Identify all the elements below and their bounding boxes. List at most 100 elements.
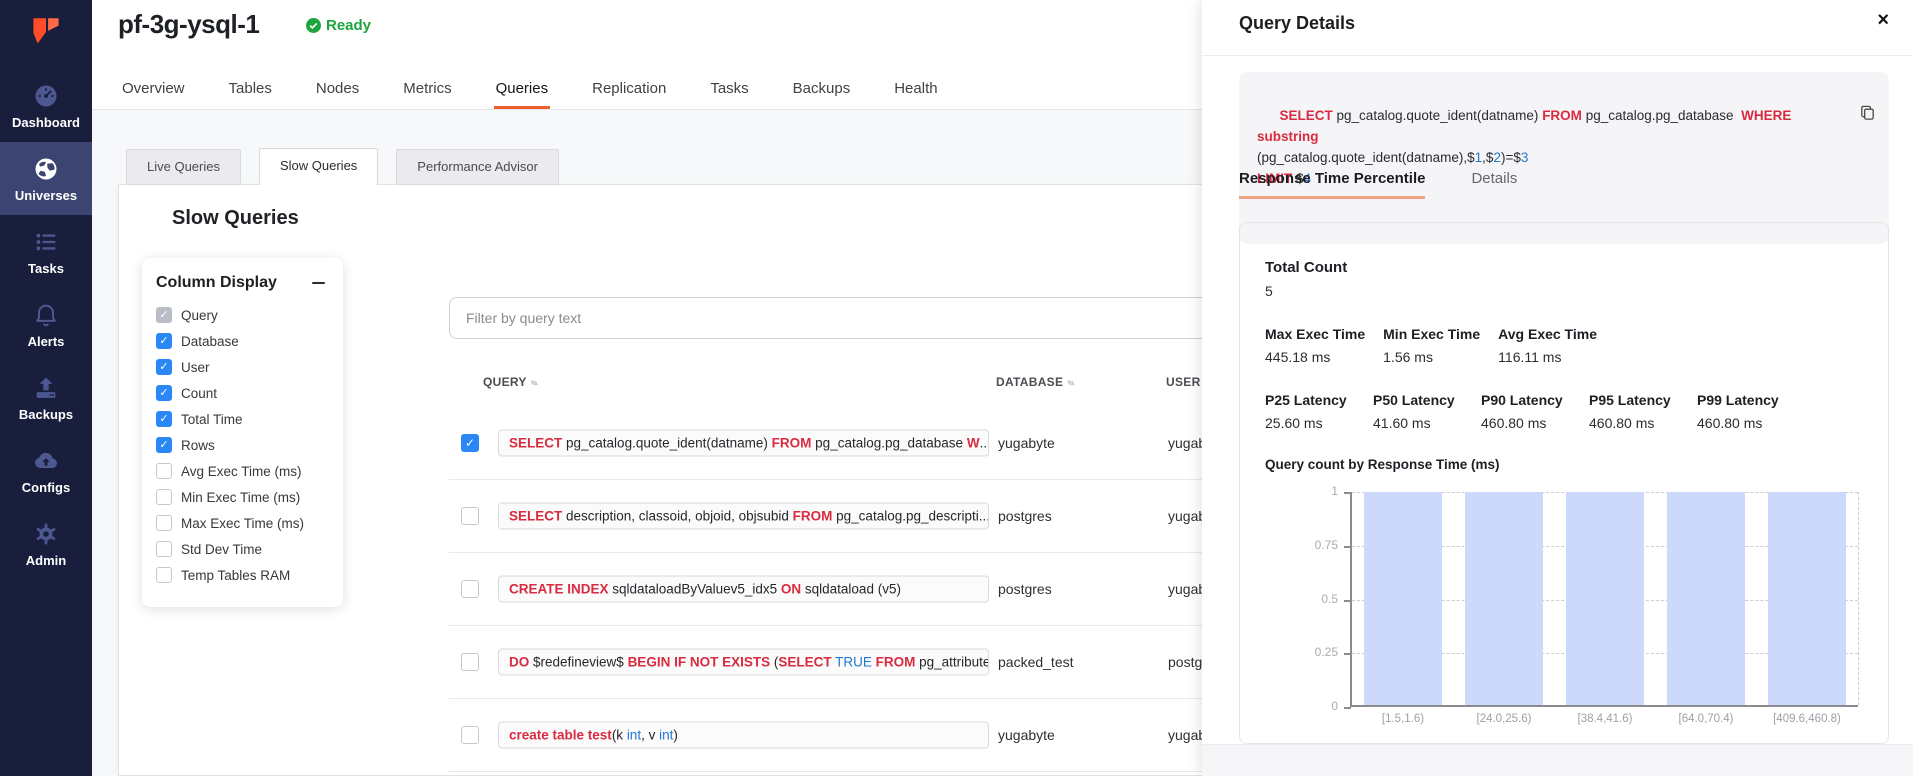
status-badge: Ready xyxy=(306,17,371,34)
row-checkbox[interactable]: ✓ xyxy=(461,434,479,452)
dashboard-icon xyxy=(32,82,60,110)
tab-health[interactable]: Health xyxy=(892,70,939,109)
close-icon[interactable]: × xyxy=(1877,10,1889,30)
page-title: pf-3g-ysql-1 xyxy=(118,9,259,40)
column-option-avg-exec-time-ms[interactable]: Avg Exec Time (ms) xyxy=(156,463,329,479)
query-text[interactable]: DO $redefineview$ BEGIN IF NOT EXISTS (S… xyxy=(498,649,989,676)
column-option-temp-tables-ram[interactable]: Temp Tables RAM xyxy=(156,567,329,583)
column-option-rows[interactable]: ✓Rows xyxy=(156,437,329,453)
stat-value: 460.80 ms xyxy=(1481,415,1571,431)
status-label: Ready xyxy=(326,17,371,34)
row-checkbox[interactable] xyxy=(461,726,479,744)
details-title: Query Details xyxy=(1239,13,1355,34)
chart-title: Query count by Response Time (ms) xyxy=(1265,457,1863,472)
sidebar-item-dashboard[interactable]: Dashboard xyxy=(0,69,92,142)
checkbox[interactable] xyxy=(156,463,172,479)
details-tab-details[interactable]: Details xyxy=(1471,170,1517,199)
details-tabs: Response Time Percentile Details xyxy=(1239,170,1517,199)
subtab-performance-advisor[interactable]: Performance Advisor xyxy=(396,149,559,185)
percentile-card: Total Count 5 Max Exec Time445.18 msMin … xyxy=(1239,222,1889,744)
column-option-database[interactable]: ✓Database xyxy=(156,333,329,349)
total-count-label: Total Count xyxy=(1265,259,1863,276)
database-cell: postgres xyxy=(998,508,1052,524)
checkbox[interactable]: ✓ xyxy=(156,385,172,401)
sidebar-item-alerts[interactable]: Alerts xyxy=(0,288,92,361)
panel-footer xyxy=(1202,744,1913,776)
backups-icon xyxy=(32,374,60,402)
sort-icon[interactable]: ▾▴ xyxy=(531,378,537,387)
column-option-min-exec-time-ms[interactable]: Min Exec Time (ms) xyxy=(156,489,329,505)
query-text[interactable]: SELECT description, classoid, objoid, ob… xyxy=(498,503,989,530)
database-cell: packed_test xyxy=(998,654,1074,670)
column-display-options: ✓Query✓Database✓User✓Count✓Total Time✓Ro… xyxy=(156,307,329,583)
tab-nodes[interactable]: Nodes xyxy=(314,70,361,109)
row-checkbox[interactable] xyxy=(461,653,479,671)
stat-label: Max Exec Time xyxy=(1265,326,1365,342)
tab-overview[interactable]: Overview xyxy=(120,70,187,109)
column-option-std-dev-time[interactable]: Std Dev Time xyxy=(156,541,329,557)
column-option-user[interactable]: ✓User xyxy=(156,359,329,375)
row-checkbox[interactable] xyxy=(461,507,479,525)
total-count-value: 5 xyxy=(1265,283,1863,299)
stat-value: 460.80 ms xyxy=(1589,415,1679,431)
tab-replication[interactable]: Replication xyxy=(590,70,668,109)
exec-time-stats: Max Exec Time445.18 msMin Exec Time1.56 … xyxy=(1265,326,1863,365)
checkbox[interactable]: ✓ xyxy=(156,359,172,375)
sidebar-item-backups[interactable]: Backups xyxy=(0,361,92,434)
check-circle-icon xyxy=(306,18,321,33)
column-header-query[interactable]: QUERY▾▴ xyxy=(483,375,537,389)
checkbox[interactable]: ✓ xyxy=(156,411,172,427)
database-cell: yugabyte xyxy=(998,727,1055,743)
sidebar-item-configs[interactable]: Configs xyxy=(0,434,92,507)
stat-label: P25 Latency xyxy=(1265,392,1355,408)
admin-icon xyxy=(32,520,60,548)
bar xyxy=(1364,492,1442,705)
column-option-query[interactable]: ✓Query xyxy=(156,307,329,323)
checkbox[interactable]: ✓ xyxy=(156,437,172,453)
universes-icon xyxy=(32,155,60,183)
sidebar-item-tasks[interactable]: Tasks xyxy=(0,215,92,288)
column-option-label: Std Dev Time xyxy=(181,542,262,557)
stat-label: P99 Latency xyxy=(1697,392,1787,408)
x-axis-labels: [1.5,1.6)[24.0,25.6)[38.4,41.6)[64.0,70.… xyxy=(1352,713,1858,725)
column-option-label: Total Time xyxy=(181,412,243,427)
query-text[interactable]: SELECT pg_catalog.quote_ident(datname) F… xyxy=(498,430,989,457)
checkbox[interactable] xyxy=(156,541,172,557)
tab-tasks[interactable]: Tasks xyxy=(708,70,750,109)
query-filter-input[interactable] xyxy=(449,297,1229,339)
column-option-max-exec-time-ms[interactable]: Max Exec Time (ms) xyxy=(156,515,329,531)
column-option-label: Min Exec Time (ms) xyxy=(181,490,300,505)
sidebar-item-universes[interactable]: Universes xyxy=(0,142,92,215)
tab-queries[interactable]: Queries xyxy=(494,70,551,109)
details-tab-response-time-percentile[interactable]: Response Time Percentile xyxy=(1239,170,1425,199)
bar xyxy=(1667,492,1745,705)
y-axis-label: 0.5 xyxy=(1265,592,1338,606)
column-option-label: Avg Exec Time (ms) xyxy=(181,464,302,479)
column-option-count[interactable]: ✓Count xyxy=(156,385,329,401)
subtab-live-queries[interactable]: Live Queries xyxy=(126,149,241,185)
tab-metrics[interactable]: Metrics xyxy=(401,70,453,109)
checkbox[interactable] xyxy=(156,515,172,531)
column-option-total-time[interactable]: ✓ Total Time xyxy=(156,411,329,427)
checkbox[interactable]: ✓ xyxy=(156,333,172,349)
column-header-database[interactable]: DATABASE▾▴ xyxy=(996,375,1073,389)
database-cell: postgres xyxy=(998,581,1052,597)
subtab-slow-queries[interactable]: Slow Queries xyxy=(259,148,378,185)
checkbox[interactable]: ✓ xyxy=(156,307,172,323)
bar xyxy=(1768,492,1846,705)
y-axis-label: 1 xyxy=(1265,484,1338,498)
tab-tables[interactable]: Tables xyxy=(227,70,274,109)
sort-icon[interactable]: ▾▴ xyxy=(1067,378,1073,387)
stat-value: 25.60 ms xyxy=(1265,415,1355,431)
copy-icon[interactable] xyxy=(1829,83,1876,149)
stat-value: 41.60 ms xyxy=(1373,415,1463,431)
checkbox[interactable] xyxy=(156,489,172,505)
query-text[interactable]: CREATE INDEX sqldataloadByValuev5_idx5 O… xyxy=(498,576,989,603)
sidebar-item-admin[interactable]: Admin xyxy=(0,507,92,580)
query-text[interactable]: create table test(k int, v int) xyxy=(498,722,989,749)
tab-backups[interactable]: Backups xyxy=(791,70,853,109)
yugabyte-logo[interactable] xyxy=(25,12,67,59)
collapse-icon[interactable] xyxy=(312,276,326,290)
row-checkbox[interactable] xyxy=(461,580,479,598)
checkbox[interactable] xyxy=(156,567,172,583)
